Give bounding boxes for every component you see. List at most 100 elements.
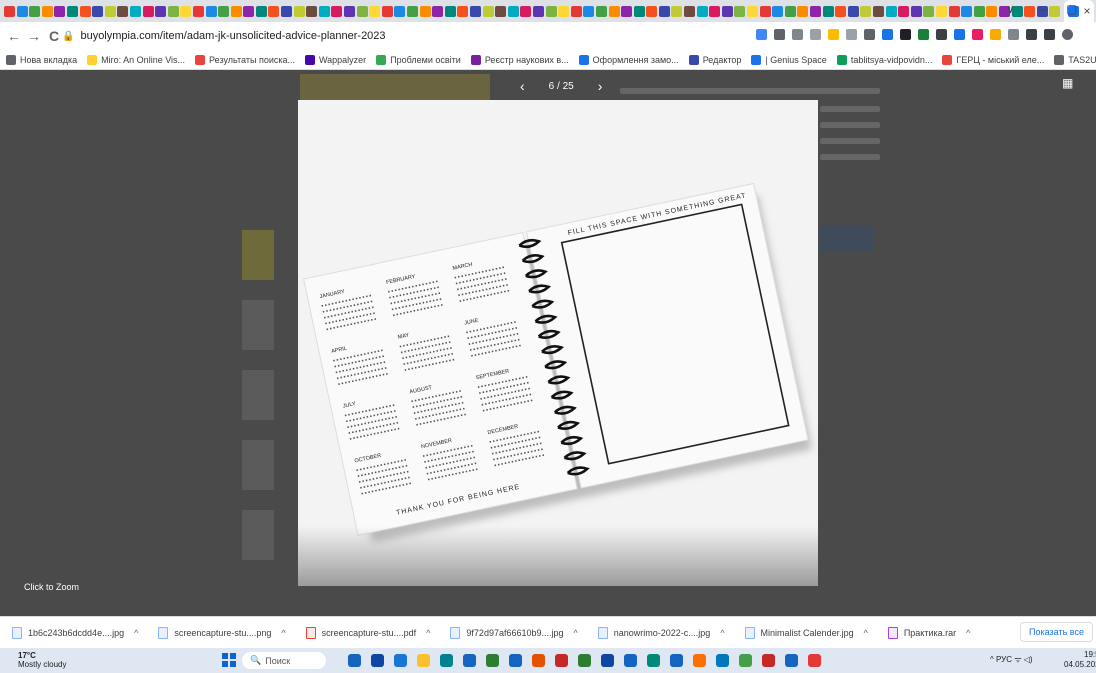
tab-favicon-icon[interactable] (721, 5, 733, 17)
tab-favicon-icon[interactable] (306, 5, 318, 17)
download-item[interactable]: Практика.rar ^ (887, 626, 970, 639)
taskbar-app-icon[interactable] (532, 654, 545, 667)
tab-favicon-icon[interactable] (810, 5, 821, 17)
tab-favicon-icon[interactable] (129, 5, 141, 17)
bookmark-item[interactable]: ГЕРЦ - міський еле... (942, 54, 1044, 65)
taskbar-app-icon[interactable] (486, 654, 499, 667)
tab-favicon-icon[interactable] (331, 5, 343, 17)
tab-favicon-icon[interactable] (772, 5, 784, 17)
download-menu-chevron-icon[interactable]: ^ (574, 628, 578, 638)
tab-favicon-icon[interactable] (507, 5, 519, 17)
tab-favicon-icon[interactable] (469, 5, 481, 17)
profile-avatar-icon[interactable] (1062, 29, 1073, 40)
extension-yellow-icon[interactable] (828, 29, 839, 40)
minimize-button[interactable]: – (1040, 2, 1047, 16)
extensions-puzzle-icon[interactable] (1026, 29, 1037, 40)
omnibox[interactable]: 🔒 buyolympia.com/item/adam-jk-unsolicite… (62, 25, 752, 47)
tab-favicon-icon[interactable] (532, 5, 544, 17)
tab-favicon-icon[interactable] (558, 5, 570, 17)
tab-favicon-icon[interactable] (104, 5, 116, 17)
bookmark-item[interactable]: Нова вкладка (6, 54, 77, 65)
tab-favicon-icon[interactable] (29, 5, 41, 17)
download-menu-chevron-icon[interactable]: ^ (966, 628, 970, 638)
previous-image-button[interactable]: ‹ (520, 78, 525, 94)
tab-favicon-icon[interactable] (658, 5, 670, 17)
taskbar-app-icon[interactable] (624, 654, 637, 667)
weather-widget[interactable]: 17°C Mostly cloudy (18, 651, 66, 669)
taskbar-app-icon[interactable] (670, 654, 683, 667)
tab-favicon-icon[interactable] (684, 5, 696, 17)
extension-tool-icon[interactable] (864, 29, 875, 40)
tab-favicon-icon[interactable] (243, 5, 255, 17)
tab-favicon-icon[interactable] (192, 5, 204, 17)
taskbar-search[interactable]: 🔍 Поиск (242, 652, 326, 669)
taskbar-app-icon[interactable] (509, 654, 522, 667)
tab-favicon-icon[interactable] (293, 5, 305, 17)
taskbar-app-icon[interactable] (440, 654, 453, 667)
tab-favicon-icon[interactable] (1024, 5, 1036, 17)
taskbar-app-icon[interactable] (693, 654, 706, 667)
extension-slash-icon[interactable] (1008, 29, 1019, 40)
taskbar-app-icon[interactable] (371, 654, 384, 667)
reload-button[interactable]: C (44, 28, 64, 44)
restore-button[interactable]: ▢ (1066, 2, 1077, 16)
forward-button[interactable]: → (24, 28, 44, 44)
tab-favicon-icon[interactable] (1049, 5, 1061, 17)
tab-favicon-icon[interactable] (457, 5, 469, 17)
taskbar-app-icon[interactable] (463, 654, 476, 667)
tab-favicon-icon[interactable] (545, 5, 557, 17)
tab-favicon-icon[interactable] (709, 5, 721, 17)
taskbar-app-icon[interactable] (647, 654, 660, 667)
tab-favicon-icon[interactable] (432, 5, 444, 17)
tab-close-icon[interactable]: × (1083, 4, 1090, 18)
tab-favicon-icon[interactable] (520, 5, 532, 17)
tab-favicon-icon[interactable] (797, 5, 809, 17)
tab-favicon-icon[interactable] (822, 5, 834, 17)
tab-favicon-icon[interactable] (923, 5, 935, 17)
taskbar-app-icon[interactable] (716, 654, 729, 667)
download-item[interactable]: 1b6c243b6dcdd4e....jpg ^ (12, 626, 138, 639)
tab-favicon-icon[interactable] (595, 5, 607, 17)
tab-favicon-icon[interactable] (671, 5, 683, 17)
download-menu-chevron-icon[interactable]: ^ (281, 628, 285, 638)
tab-favicon-icon[interactable] (142, 5, 154, 17)
google-icon[interactable] (756, 29, 767, 40)
download-item[interactable]: 9f72d97af66610b9....jpg ^ (450, 626, 578, 639)
tab-favicon-icon[interactable] (268, 5, 280, 17)
tab-favicon-icon[interactable] (356, 5, 368, 17)
show-all-downloads-button[interactable]: Показать все (1020, 622, 1093, 642)
tab-favicon-icon[interactable] (394, 5, 406, 17)
tab-favicon-icon[interactable] (218, 5, 230, 17)
tab-favicon-icon[interactable] (646, 5, 658, 17)
download-menu-chevron-icon[interactable]: ^ (720, 628, 724, 638)
tab-favicon-icon[interactable] (281, 5, 293, 17)
taskbar-app-icon[interactable] (808, 654, 821, 667)
download-item[interactable]: nanowrimo-2022-c....jpg ^ (597, 626, 725, 639)
tab-favicon-icon[interactable] (167, 5, 179, 17)
sidepanel-icon[interactable] (1044, 29, 1055, 40)
extension-pen-icon[interactable] (900, 29, 911, 40)
taskbar-app-icon[interactable] (555, 654, 568, 667)
tab-favicon-icon[interactable] (621, 5, 633, 17)
taskbar-app-icon[interactable] (394, 654, 407, 667)
tab-favicon-icon[interactable] (986, 5, 998, 17)
tab-favicon-icon[interactable] (898, 5, 910, 17)
tab-favicon-icon[interactable] (759, 5, 771, 17)
tab-favicon-icon[interactable] (407, 5, 418, 17)
tab-favicon-icon[interactable] (608, 5, 620, 17)
taskbar-app-icon[interactable] (762, 654, 775, 667)
tab-favicon-icon[interactable] (872, 5, 884, 17)
tab-favicon-icon[interactable] (570, 5, 582, 17)
bookmark-item[interactable]: Wappalyzer (305, 54, 366, 65)
translate-icon[interactable] (774, 29, 785, 40)
tab-favicon-icon[interactable] (734, 5, 746, 17)
tab-favicon-icon[interactable] (495, 5, 507, 17)
taskbar-app-icon[interactable] (348, 654, 361, 667)
system-tray[interactable]: ^ РУС ᯤ ◁) (990, 654, 1033, 665)
tab-favicon-icon[interactable] (4, 5, 15, 17)
bookmark-item[interactable]: Редактор (688, 54, 741, 65)
download-menu-chevron-icon[interactable]: ^ (134, 628, 138, 638)
tab-favicon-icon[interactable] (155, 5, 167, 17)
extension-gray-icon[interactable] (846, 29, 857, 40)
download-item[interactable]: Minimalist Calender.jpg ^ (744, 626, 868, 639)
